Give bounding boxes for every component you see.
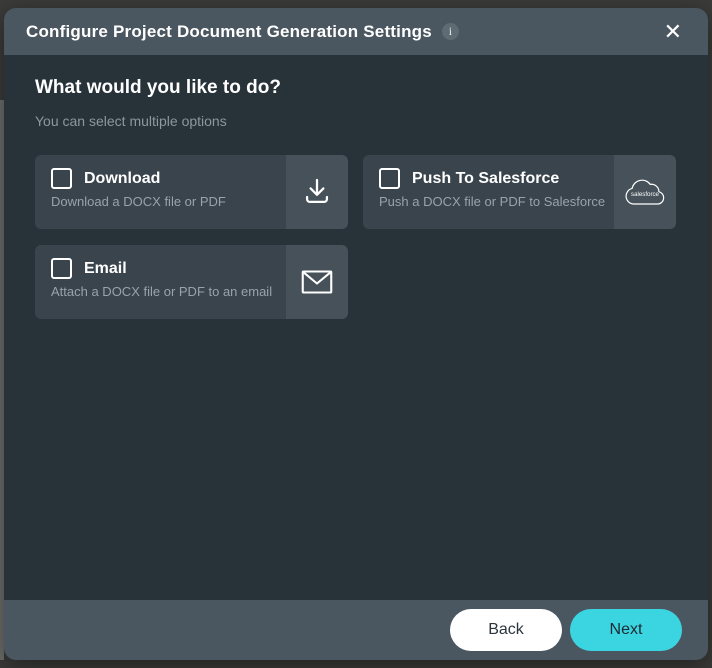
option-email-main: Email Attach a DOCX file or PDF to an em… [35, 245, 286, 319]
salesforce-checkbox[interactable] [379, 168, 400, 189]
multi-select-hint: You can select multiple options [35, 113, 227, 129]
close-icon[interactable]: ✕ [660, 19, 686, 45]
option-card-salesforce[interactable]: Push To Salesforce Push a DOCX file or P… [363, 155, 676, 229]
document-generation-settings-dialog: Configure Project Document Generation Se… [4, 8, 708, 660]
option-description: Download a DOCX file or PDF [51, 194, 226, 209]
option-card-email[interactable]: Email Attach a DOCX file or PDF to an em… [35, 245, 348, 319]
info-icon[interactable]: i [441, 23, 459, 40]
salesforce-icon: salesforce [614, 155, 676, 229]
email-icon [286, 245, 348, 319]
dialog-header: Configure Project Document Generation Se… [4, 8, 708, 55]
option-description: Push a DOCX file or PDF to Salesforce [379, 194, 606, 209]
download-icon [286, 155, 348, 229]
salesforce-wordmark: salesforce [631, 191, 660, 198]
options-grid: Download Download a DOCX file or PDF Pus… [35, 155, 677, 319]
option-description: Attach a DOCX file or PDF to an email [51, 284, 273, 299]
option-label: Download [84, 169, 161, 187]
question-heading: What would you like to do? [35, 77, 281, 98]
dialog-title: Configure Project Document Generation Se… [26, 21, 432, 41]
download-checkbox[interactable] [51, 168, 72, 189]
next-button[interactable]: Next [570, 609, 682, 651]
option-download-main: Download Download a DOCX file or PDF [35, 155, 286, 229]
option-label: Push To Salesforce [412, 169, 560, 187]
page: { "modal": { "title": "Configure Project… [0, 0, 712, 668]
option-salesforce-main: Push To Salesforce Push a DOCX file or P… [363, 155, 614, 229]
email-checkbox[interactable] [51, 258, 72, 279]
dialog-footer: Back Next [4, 600, 708, 660]
dialog-body: What would you like to do? You can selec… [4, 55, 708, 600]
option-label: Email [84, 259, 127, 277]
option-card-download[interactable]: Download Download a DOCX file or PDF [35, 155, 348, 229]
back-button[interactable]: Back [450, 609, 562, 651]
